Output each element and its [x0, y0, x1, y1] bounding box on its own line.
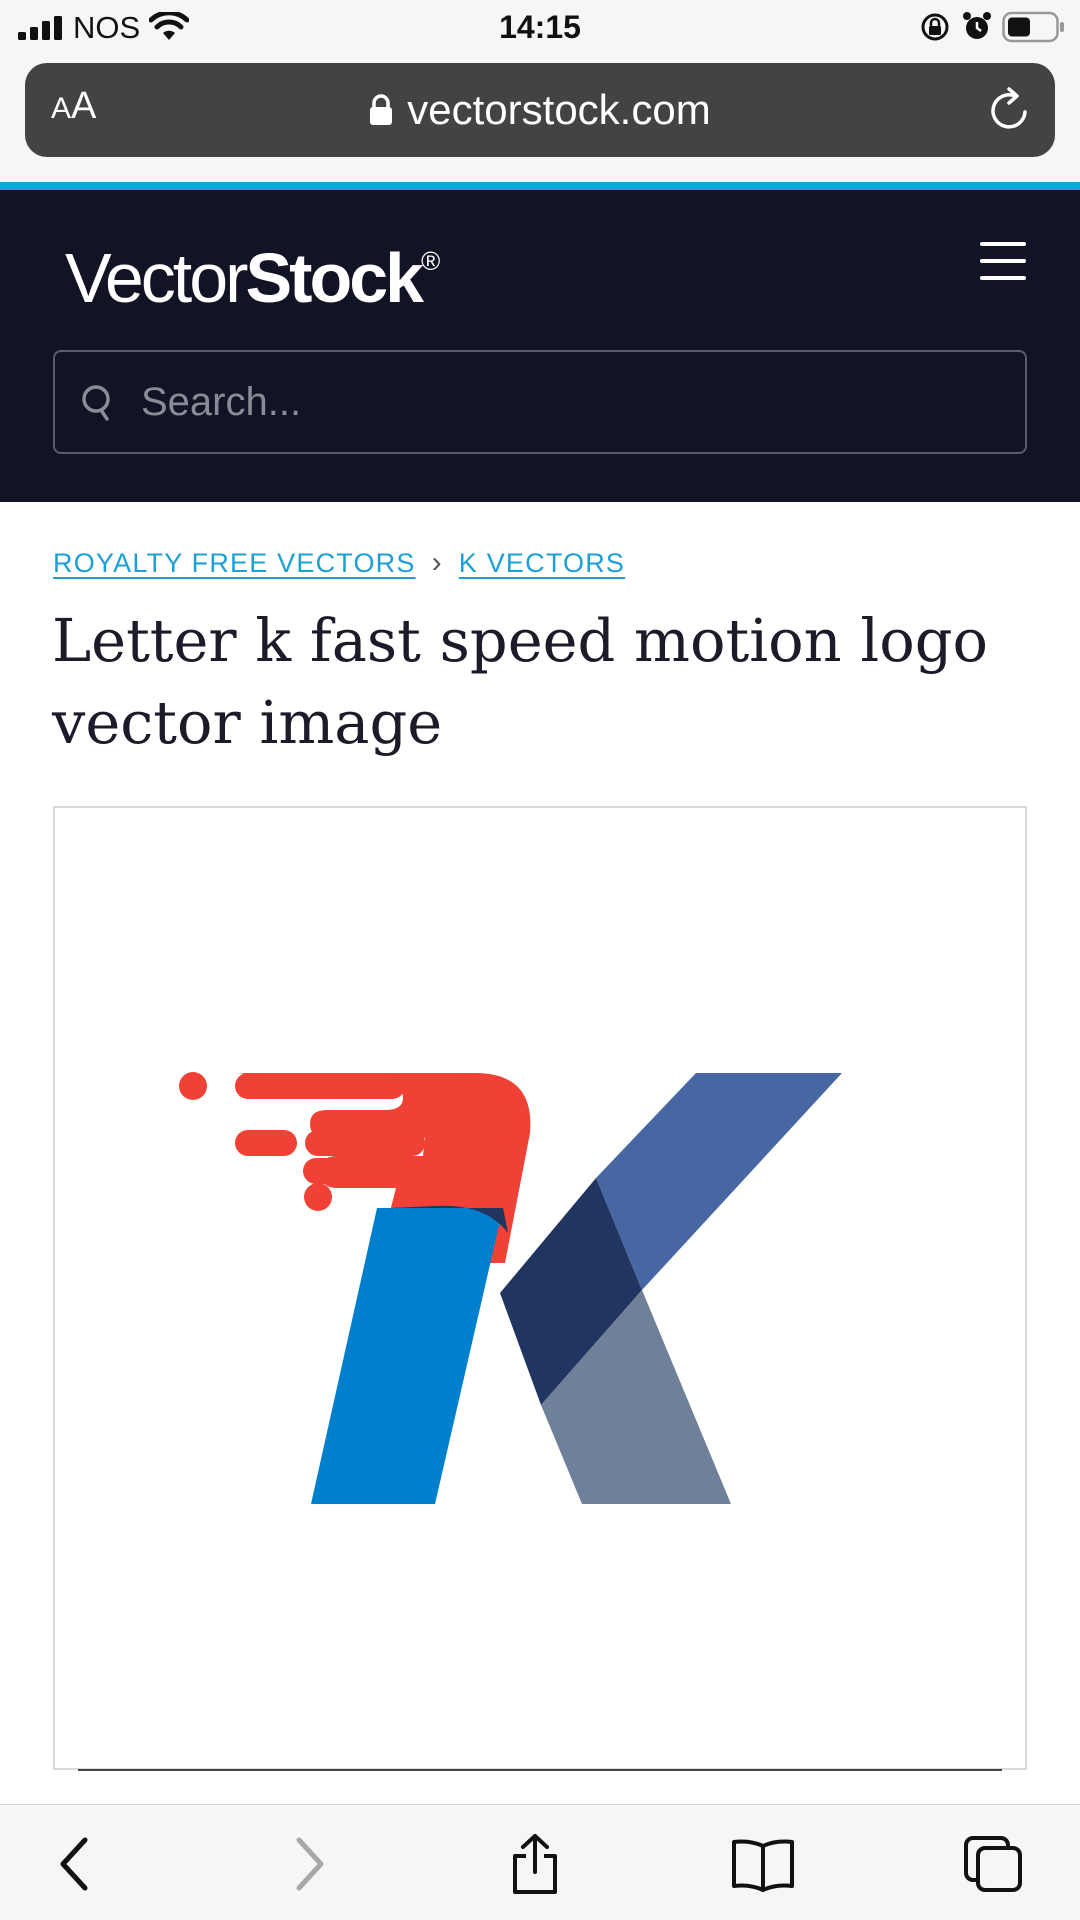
forward-button[interactable] [274, 1831, 344, 1897]
accent-strip [0, 182, 1080, 190]
battery-icon [1002, 11, 1064, 43]
back-button[interactable] [40, 1831, 110, 1897]
product-image[interactable] [53, 806, 1027, 1770]
breadcrumb: ROYALTY FREE VECTORS › K VECTORS [53, 546, 625, 580]
logo-blue-stem [311, 1208, 503, 1504]
share-button[interactable] [500, 1831, 570, 1897]
url-display[interactable]: vectorstock.com [25, 63, 1055, 157]
logo-speed-line-3 [305, 1130, 425, 1156]
alarm-icon [963, 12, 991, 39]
logo-speed-line-4 [303, 1158, 457, 1184]
safari-bottom-toolbar [0, 1804, 1080, 1920]
lock-icon [370, 94, 393, 125]
site-header: VectorStock® [0, 190, 1080, 502]
status-time: 14:15 [499, 9, 581, 45]
tabs-button[interactable] [958, 1831, 1028, 1897]
logo-speed-dot-1 [179, 1072, 207, 1100]
address-bar[interactable]: AA vectorstock.com [25, 63, 1055, 157]
logo-speed-dot-2 [304, 1183, 332, 1211]
tabs-icon [964, 1836, 1022, 1892]
back-icon [60, 1837, 88, 1891]
logo-text-light: Vector [65, 239, 248, 317]
divider [78, 1769, 1002, 1771]
breadcrumb-k-vectors[interactable]: K VECTORS [459, 548, 625, 579]
forward-icon [296, 1837, 324, 1891]
vectorstock-logo[interactable]: VectorStock® [65, 238, 440, 318]
url-text: vectorstock.com [407, 86, 711, 133]
breadcrumb-royalty-free-vectors[interactable]: ROYALTY FREE VECTORS [53, 548, 416, 579]
search-input[interactable] [141, 370, 1001, 434]
logo-speed-line-2 [235, 1130, 297, 1156]
logo-speed-line-1 [235, 1073, 405, 1099]
share-icon [513, 1834, 557, 1894]
page-title: Letter k fast speed motion logo vector i… [52, 606, 989, 757]
search-icon [82, 385, 110, 421]
reload-icon[interactable] [985, 85, 1035, 135]
rotation-lock-icon [921, 13, 949, 41]
breadcrumb-separator: › [431, 546, 443, 579]
status-bar: NOS 14:15 [0, 0, 1080, 56]
registered-mark: ® [421, 246, 441, 276]
logo-upper-arm [596, 1073, 842, 1290]
logo-text-bold: Stock [245, 239, 424, 317]
letter-k-speed-logo-image [179, 1072, 842, 1504]
search-box[interactable] [53, 350, 1027, 454]
bookmarks-icon [732, 1839, 794, 1892]
hamburger-menu-icon[interactable] [980, 240, 1026, 282]
bookmarks-button[interactable] [728, 1831, 798, 1897]
safari-top-bar: AA vectorstock.com [0, 56, 1080, 182]
